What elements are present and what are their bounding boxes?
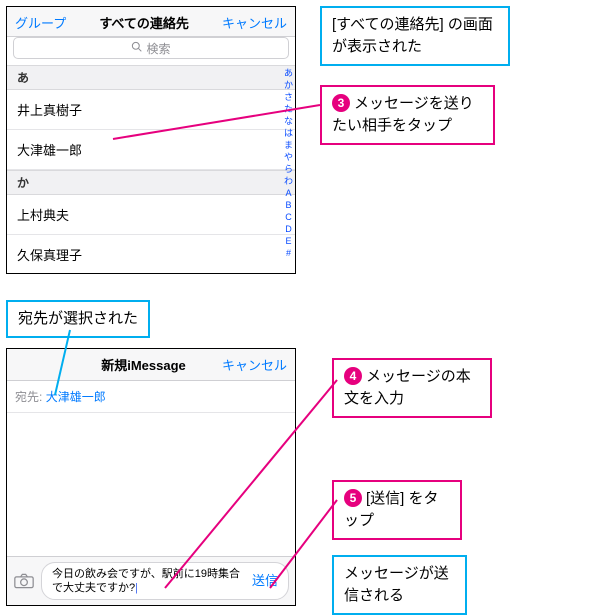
- draft-text: 今日の飲み会ですが、駅前に19時集合で大丈夫ですか?: [52, 567, 244, 595]
- message-title: 新規iMessage: [65, 355, 222, 374]
- message-screen: 新規iMessage キャンセル 宛先: 大津雄一郎 今日の飲み会ですが、駅前に…: [6, 348, 296, 606]
- search-icon: [131, 41, 142, 55]
- contacts-nav: グループ すべての連絡先 キャンセル: [7, 7, 295, 37]
- contact-row[interactable]: 大津雄一郎: [7, 130, 295, 170]
- contact-row[interactable]: 井上真樹子: [7, 90, 295, 130]
- contacts-title: すべての連絡先: [99, 13, 189, 32]
- message-nav: 新規iMessage キャンセル: [7, 349, 295, 381]
- contacts-screen: グループ すべての連絡先 キャンセル 検索 あ 井上真樹子 大津雄一郎 か 上村…: [6, 6, 296, 274]
- recipient-name: 大津雄一郎: [46, 390, 106, 404]
- recipient-label: 宛先:: [15, 390, 42, 404]
- callout-tap-recipient: 3メッセージを送りたい相手をタップ: [320, 85, 495, 145]
- camera-icon[interactable]: [13, 572, 35, 590]
- contact-row[interactable]: 久保真理子: [7, 235, 295, 274]
- search-input[interactable]: 検索: [13, 37, 289, 59]
- step-badge-3: 3: [332, 94, 350, 112]
- callout-enter-body: 4メッセージの本文を入力: [332, 358, 492, 418]
- callout-recipient-selected: 宛先が選択された: [6, 300, 150, 338]
- send-button[interactable]: 送信: [252, 574, 278, 588]
- recipient-field[interactable]: 宛先: 大津雄一郎: [7, 381, 295, 413]
- section-header-a: あ: [7, 65, 295, 90]
- cancel-button[interactable]: キャンセル: [222, 355, 287, 374]
- cancel-button[interactable]: キャンセル: [222, 13, 287, 32]
- message-input-bar: 今日の飲み会ですが、駅前に19時集合で大丈夫ですか? 送信: [7, 556, 295, 605]
- message-body[interactable]: [7, 413, 295, 573]
- callout-message-sent: メッセージが送信される: [332, 555, 467, 615]
- step-badge-4: 4: [344, 367, 362, 385]
- groups-button[interactable]: グループ: [15, 13, 66, 32]
- search-placeholder: 検索: [146, 40, 170, 57]
- step-badge-5: 5: [344, 489, 362, 507]
- message-text-input[interactable]: 今日の飲み会ですが、駅前に19時集合で大丈夫ですか? 送信: [41, 562, 289, 600]
- contact-row[interactable]: 上村典夫: [7, 195, 295, 235]
- section-header-ka: か: [7, 170, 295, 195]
- callout-tap-send: 5[送信] をタップ: [332, 480, 462, 540]
- callout-contacts-shown: [すべての連絡先] の画面が表示された: [320, 6, 510, 66]
- contacts-index[interactable]: あか さた なは まや らわ AB CD E#: [284, 67, 293, 259]
